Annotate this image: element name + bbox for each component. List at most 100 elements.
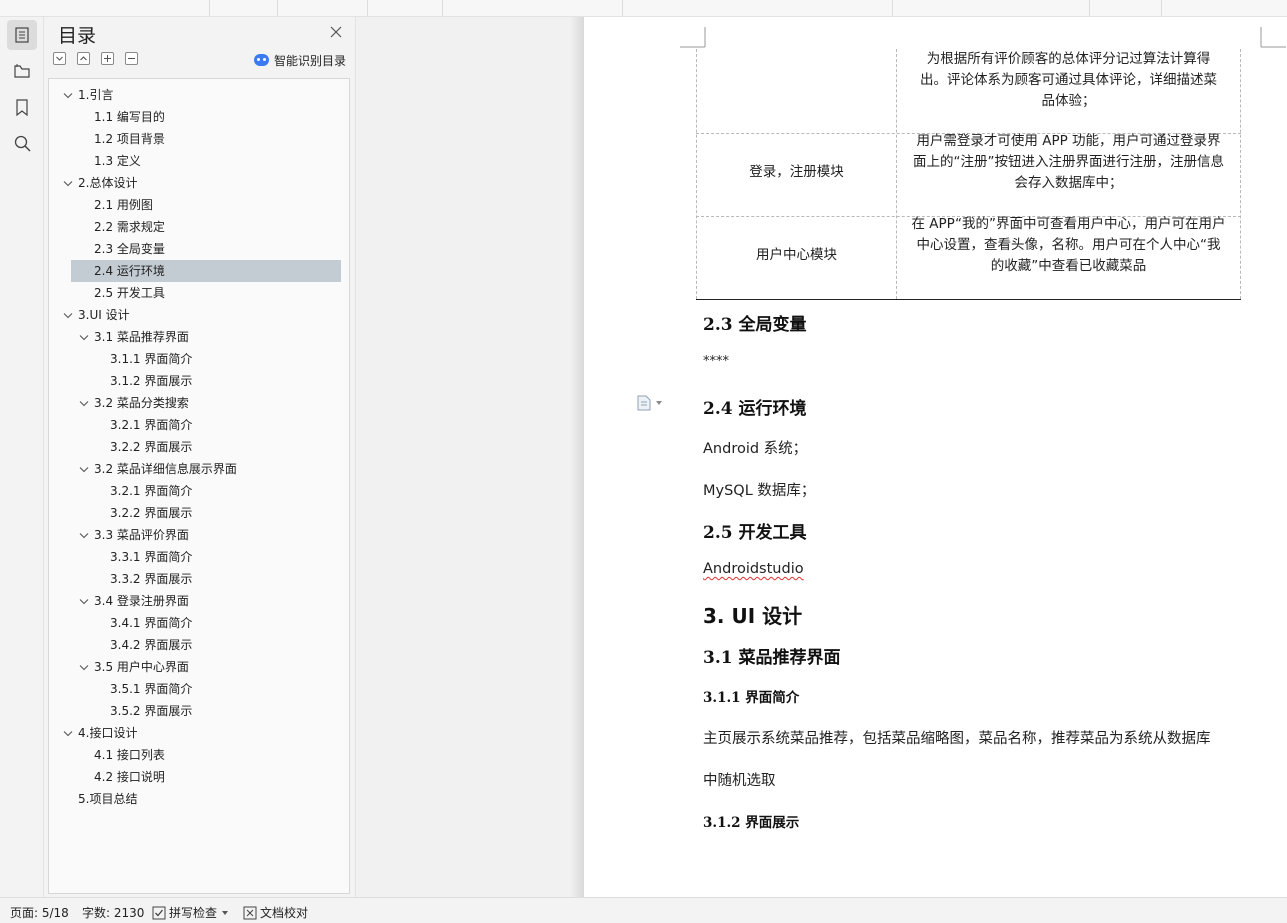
- structure-panel-button[interactable]: [7, 56, 37, 86]
- toc-item[interactable]: 3.3.1 界面简介: [110, 546, 192, 568]
- chevron-down-icon[interactable]: [63, 180, 73, 188]
- toc-item[interactable]: 1.2 项目背景: [94, 128, 165, 150]
- bookmark-panel-button[interactable]: [7, 92, 37, 122]
- toc-tree: 1.引言 1.1 编写目的 1.2 项目背景 1.3 定义 2.总体设计 2.1 用例图 2…: [48, 78, 350, 894]
- page-gutter: [357, 17, 583, 897]
- heading-3-1-1: 3.1.1 界面简介: [703, 690, 800, 706]
- paragraph-intro-line2: 中随机选取: [703, 773, 776, 789]
- chevron-up-icon: [80, 56, 87, 61]
- toc-item[interactable]: 4.接口设计: [78, 722, 137, 744]
- toc-item[interactable]: 2.总体设计: [78, 172, 137, 194]
- toc-item[interactable]: 3.1.2 界面展示: [110, 370, 192, 392]
- chevron-down-icon: [56, 56, 63, 61]
- toc-item[interactable]: 3.5.1 界面简介: [110, 678, 192, 700]
- toc-item[interactable]: 3.3 菜品评价界面: [94, 524, 189, 546]
- toc-item[interactable]: 3.UI 设计: [78, 304, 130, 326]
- word-count[interactable]: 字数: 2130: [82, 904, 144, 921]
- toc-item[interactable]: 2.4 运行环境: [94, 260, 165, 282]
- toc-item[interactable]: 3.1 菜品推荐界面: [94, 326, 189, 348]
- margin-corner-mark: [1260, 27, 1286, 48]
- heading-3-1: 3.1 菜品推荐界面: [703, 648, 841, 668]
- chevron-down-icon[interactable]: [79, 466, 89, 474]
- chevron-down-icon[interactable]: [63, 730, 73, 738]
- toc-item[interactable]: 2.3 全局变量: [94, 238, 165, 260]
- toc-item[interactable]: 3.2 菜品分类搜索: [94, 392, 189, 414]
- folder-tree-icon: [14, 64, 30, 78]
- toc-item[interactable]: 3.2.1 界面简介: [110, 480, 192, 502]
- toc-item[interactable]: 3.4.2 界面展示: [110, 634, 192, 656]
- heading-2-4: 2.4 运行环境: [703, 399, 807, 419]
- smart-toc-button[interactable]: 智能识别目录: [254, 52, 346, 68]
- add-heading-button[interactable]: [101, 52, 114, 65]
- paragraph-options-icon[interactable]: [637, 395, 651, 411]
- margin-corner-mark: [680, 27, 706, 48]
- toc-item[interactable]: 1.引言: [78, 84, 113, 106]
- table-bottom-border: [696, 299, 1241, 300]
- toolbar-segment: [893, 0, 1090, 16]
- toc-item[interactable]: 2.2 需求规定: [94, 216, 165, 238]
- toc-item[interactable]: 4.1 接口列表: [94, 744, 165, 766]
- plus-icon: [104, 55, 111, 62]
- toc-item[interactable]: 3.2.1 界面简介: [110, 414, 192, 436]
- proofread-label: 文档校对: [260, 906, 309, 920]
- chevron-down-icon[interactable]: [79, 598, 89, 606]
- toc-item[interactable]: 3.5.2 界面展示: [110, 700, 192, 722]
- proofread-icon: [243, 906, 257, 919]
- table-cell-module: 用户中心模块: [756, 247, 837, 263]
- heading-2-3: 2.3 全局变量: [703, 315, 807, 335]
- bookmark-icon: [16, 98, 28, 116]
- toolbar-segment: [368, 0, 443, 16]
- toolbar-segment: [1090, 0, 1162, 16]
- chevron-down-icon[interactable]: [79, 334, 89, 342]
- toc-item[interactable]: 3.1.1 界面简介: [110, 348, 192, 370]
- chevron-down-icon[interactable]: [63, 312, 73, 320]
- heading-3: 3. UI 设计: [703, 604, 803, 628]
- proofread-button[interactable]: 文档校对: [243, 904, 308, 921]
- heading-3-1-2: 3.1.2 界面展示: [703, 815, 800, 831]
- toc-panel-button[interactable]: [7, 20, 37, 50]
- table-cell-module: 登录，注册模块: [749, 164, 844, 180]
- toolbar-segment: [278, 0, 368, 16]
- paragraph-android: Android 系统；: [703, 441, 808, 457]
- table-cell-desc: 为根据所有评价顾客的总体评分记过算法计算得 出。评论体系为顾客可通过具体评论，详细…: [920, 51, 1217, 109]
- chevron-down-icon[interactable]: [79, 664, 89, 672]
- toc-item[interactable]: 3.3.2 界面展示: [110, 568, 192, 590]
- toc-item[interactable]: 3.5 用户中心界面: [94, 656, 189, 678]
- toc-item[interactable]: 1.3 定义: [94, 150, 141, 172]
- caret-down-icon: [222, 910, 229, 915]
- smart-toc-label: 智能识别目录: [274, 53, 347, 68]
- navigation-rail: [0, 17, 44, 897]
- page-counter[interactable]: 页面: 5/18: [10, 904, 69, 921]
- toc-item[interactable]: 2.5 开发工具: [94, 282, 165, 304]
- toolbar-segment: [443, 0, 623, 16]
- toc-item[interactable]: 3.2.2 界面展示: [110, 502, 192, 524]
- chevron-down-icon[interactable]: [63, 92, 73, 100]
- toc-item[interactable]: 3.2 菜品详细信息展示界面: [94, 458, 237, 480]
- toc-item[interactable]: 4.2 接口说明: [94, 766, 165, 788]
- toc-item[interactable]: 1.1 编写目的: [94, 106, 165, 128]
- table-cell-desc: 在 APP“我的”界面中可查看用户中心，用户可在用户 中心设置，查看头像，名称。用…: [911, 216, 1226, 274]
- paragraph-stars: ****: [703, 354, 729, 369]
- expand-all-button[interactable]: [77, 52, 90, 65]
- spell-check-button[interactable]: 拼写检查: [152, 904, 229, 921]
- toc-item[interactable]: 3.4.1 界面简介: [110, 612, 192, 634]
- close-icon[interactable]: [329, 25, 343, 39]
- toc-item[interactable]: 3.2.2 界面展示: [110, 436, 192, 458]
- paragraph-mysql: MySQL 数据库；: [703, 483, 816, 499]
- paragraph-intro-line1: 主页展示系统菜品推荐，包括菜品缩略图，菜品名称，推荐菜品为系统从数据库: [703, 731, 1211, 747]
- table-border: [1240, 49, 1241, 299]
- spell-check-label: 拼写检查: [169, 906, 218, 920]
- toc-item[interactable]: 3.4 登录注册界面: [94, 590, 189, 612]
- toolbar-strip: [0, 0, 1287, 17]
- chevron-down-icon[interactable]: [79, 532, 89, 540]
- paragraph-android-studio: Androidstudio: [703, 561, 804, 577]
- toc-panel: 目录 智能识别目录 1.引言 1.1 编写目的 1.2 项目背景 1.3 定义 2.总体…: [45, 17, 356, 897]
- status-bar: 页面: 5/18 字数: 2130 拼写检查 文档校对: [0, 897, 1287, 923]
- collapse-all-button[interactable]: [53, 52, 66, 65]
- chevron-down-icon[interactable]: [79, 400, 89, 408]
- caret-down-icon[interactable]: [656, 401, 662, 405]
- search-panel-button[interactable]: [7, 128, 37, 158]
- toc-item[interactable]: 2.1 用例图: [94, 194, 153, 216]
- toc-item[interactable]: 5.项目总结: [78, 788, 137, 810]
- remove-heading-button[interactable]: [125, 52, 138, 65]
